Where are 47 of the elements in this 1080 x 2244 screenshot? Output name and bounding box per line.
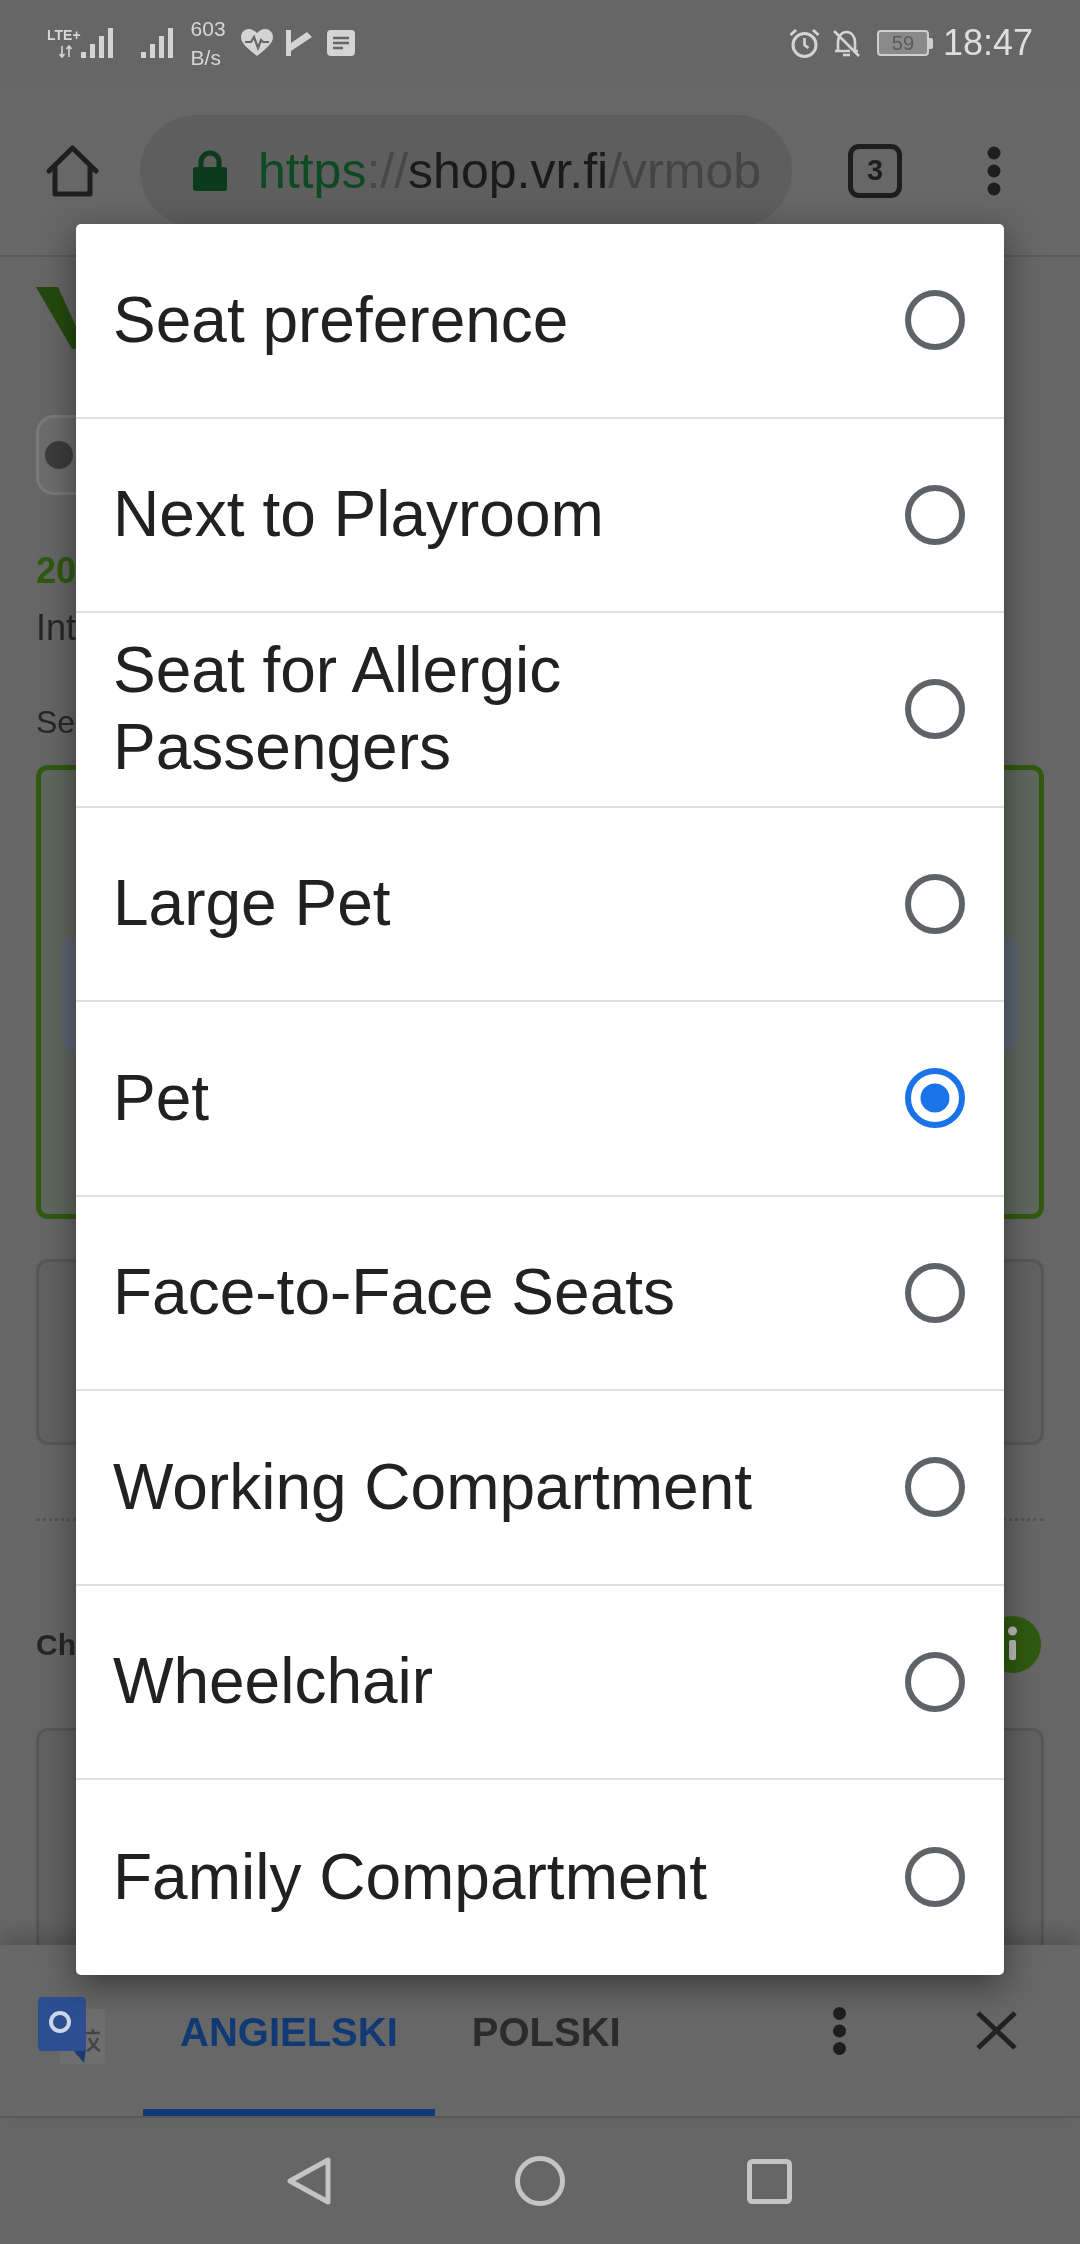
signal-icon — [80, 28, 113, 58]
clock-time: 18:47 — [942, 25, 1033, 61]
radio-button[interactable] — [905, 873, 965, 934]
body-text: Se — [36, 703, 76, 742]
network-type-label: LTE+ — [47, 28, 81, 42]
radio-button[interactable] — [905, 1651, 965, 1712]
checkmark-icon — [285, 30, 312, 56]
radio-button[interactable] — [905, 484, 965, 545]
close-icon[interactable] — [975, 2010, 1018, 2051]
heart-pulse-icon — [240, 29, 273, 57]
radio-button[interactable] — [905, 1262, 965, 1323]
data-arrows-icon — [59, 45, 72, 58]
option-label: Pet — [113, 1060, 210, 1136]
logo-icon — [36, 287, 78, 349]
back-icon[interactable] — [286, 2156, 332, 2206]
lock-icon — [193, 150, 227, 191]
radio-button[interactable] — [905, 1068, 965, 1129]
option-label: Seat for Allergic Passengers — [113, 633, 563, 786]
option-label: Seat preference — [113, 282, 569, 358]
signal-icon — [140, 28, 173, 58]
translate-icon — [38, 1997, 105, 2064]
alarm-clock-icon — [788, 27, 820, 59]
section-title: Ch — [36, 1629, 76, 1660]
option-label: Large Pet — [113, 866, 391, 942]
more-options-icon[interactable] — [986, 145, 1002, 196]
radio-button[interactable] — [905, 290, 965, 351]
more-options-icon[interactable] — [833, 2006, 846, 2055]
option-label: Face-to-Face Seats — [113, 1255, 675, 1331]
recents-icon[interactable] — [747, 2158, 792, 2204]
option-label: Working Compartment — [113, 1449, 753, 1525]
speed-value: 603 — [190, 16, 226, 42]
bell-off-icon — [831, 28, 861, 58]
option-label: Family Compartment — [113, 1839, 707, 1915]
radio-button[interactable] — [905, 679, 965, 740]
circle-icon — [45, 441, 73, 469]
home-circle-icon[interactable] — [515, 2156, 565, 2206]
home-icon[interactable] — [45, 143, 100, 198]
speed-unit: B/s — [190, 45, 222, 71]
option-label: Wheelchair — [113, 1644, 434, 1720]
option-label: Next to Playroom — [113, 477, 604, 553]
language-tab[interactable]: POLSKI — [434, 1976, 658, 2116]
radio-button[interactable] — [905, 1847, 965, 1908]
tab-count-button[interactable]: 3 — [848, 143, 902, 198]
radio-button[interactable] — [905, 1457, 965, 1518]
heading-text: 20 — [36, 549, 77, 593]
body-text: Int — [36, 606, 77, 650]
message-icon — [326, 30, 355, 56]
